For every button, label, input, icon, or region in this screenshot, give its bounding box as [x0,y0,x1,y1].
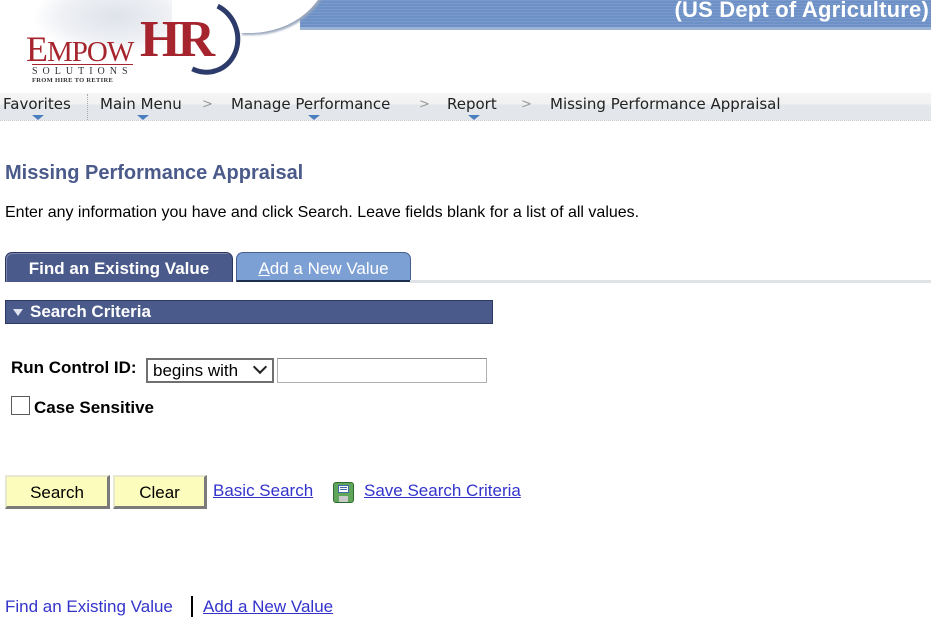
search-button[interactable]: Search [5,475,110,509]
clear-button[interactable]: Clear [113,475,207,509]
select-value: begins with [153,361,239,380]
breadcrumb-separator-icon: > [202,97,213,112]
collapse-triangle-icon[interactable] [13,309,23,316]
footer-find-existing-value-link[interactable]: Find an Existing Value [5,597,173,617]
nav-report[interactable]: Report [447,95,497,113]
section-title: Search Criteria [30,302,151,321]
basic-search-link[interactable]: Basic Search [213,481,313,501]
nav-main-menu[interactable]: Main Menu [100,95,182,113]
nav-favorites[interactable]: Favorites [3,95,71,113]
run-control-id-operator-select[interactable]: begins with [146,358,274,383]
breadcrumb-separator-icon: > [419,97,430,112]
footer-add-new-value-link[interactable]: Add a New Value [203,597,333,617]
navigation-bar: Favorites Main Menu > Manage Performance… [0,93,931,121]
save-search-criteria-link[interactable]: Save Search Criteria [364,481,521,501]
breadcrumb-separator-icon: > [521,97,532,112]
run-control-id-input[interactable] [277,358,487,383]
instructions-text: Enter any information you have and click… [5,204,640,221]
logo-hr-text: HR [140,11,215,68]
floppy-disk-icon[interactable] [333,482,354,503]
logo-tagline: FROM HIRE TO RETIRE [32,77,114,84]
header-banner: (US Dept of Agriculture) EMPOW HR SOLUTI… [0,0,931,93]
logo-solutions-text: SOLUTIONS [32,64,133,77]
tab-add-new-value[interactable]: Add a New Value [236,252,411,282]
empowhr-logo: EMPOW HR SOLUTIONS FROM HIRE TO RETIRE [22,0,251,88]
run-control-id-label: Run Control ID: [11,358,137,377]
tab-find-existing-value[interactable]: Find an Existing Value [5,252,233,282]
chevron-down-icon[interactable] [308,115,320,120]
case-sensitive-label: Case Sensitive [34,398,155,417]
banner-band: (US Dept of Agriculture) [300,0,931,30]
page-title: Missing Performance Appraisal [5,162,304,184]
nav-current-page: Missing Performance Appraisal [550,95,781,113]
search-criteria-header[interactable]: Search Criteria [5,300,493,324]
chevron-down-icon[interactable] [137,115,149,120]
footer-divider [191,596,193,617]
nav-divider [87,94,88,120]
chevron-down-icon[interactable] [468,115,480,120]
nav-manage-performance[interactable]: Manage Performance [231,95,390,113]
chevron-down-icon [252,359,268,375]
case-sensitive-checkbox[interactable] [11,396,30,415]
chevron-down-icon[interactable] [32,115,44,120]
tabs-baseline [410,280,931,283]
banner-title: (US Dept of Agriculture) [674,0,929,22]
